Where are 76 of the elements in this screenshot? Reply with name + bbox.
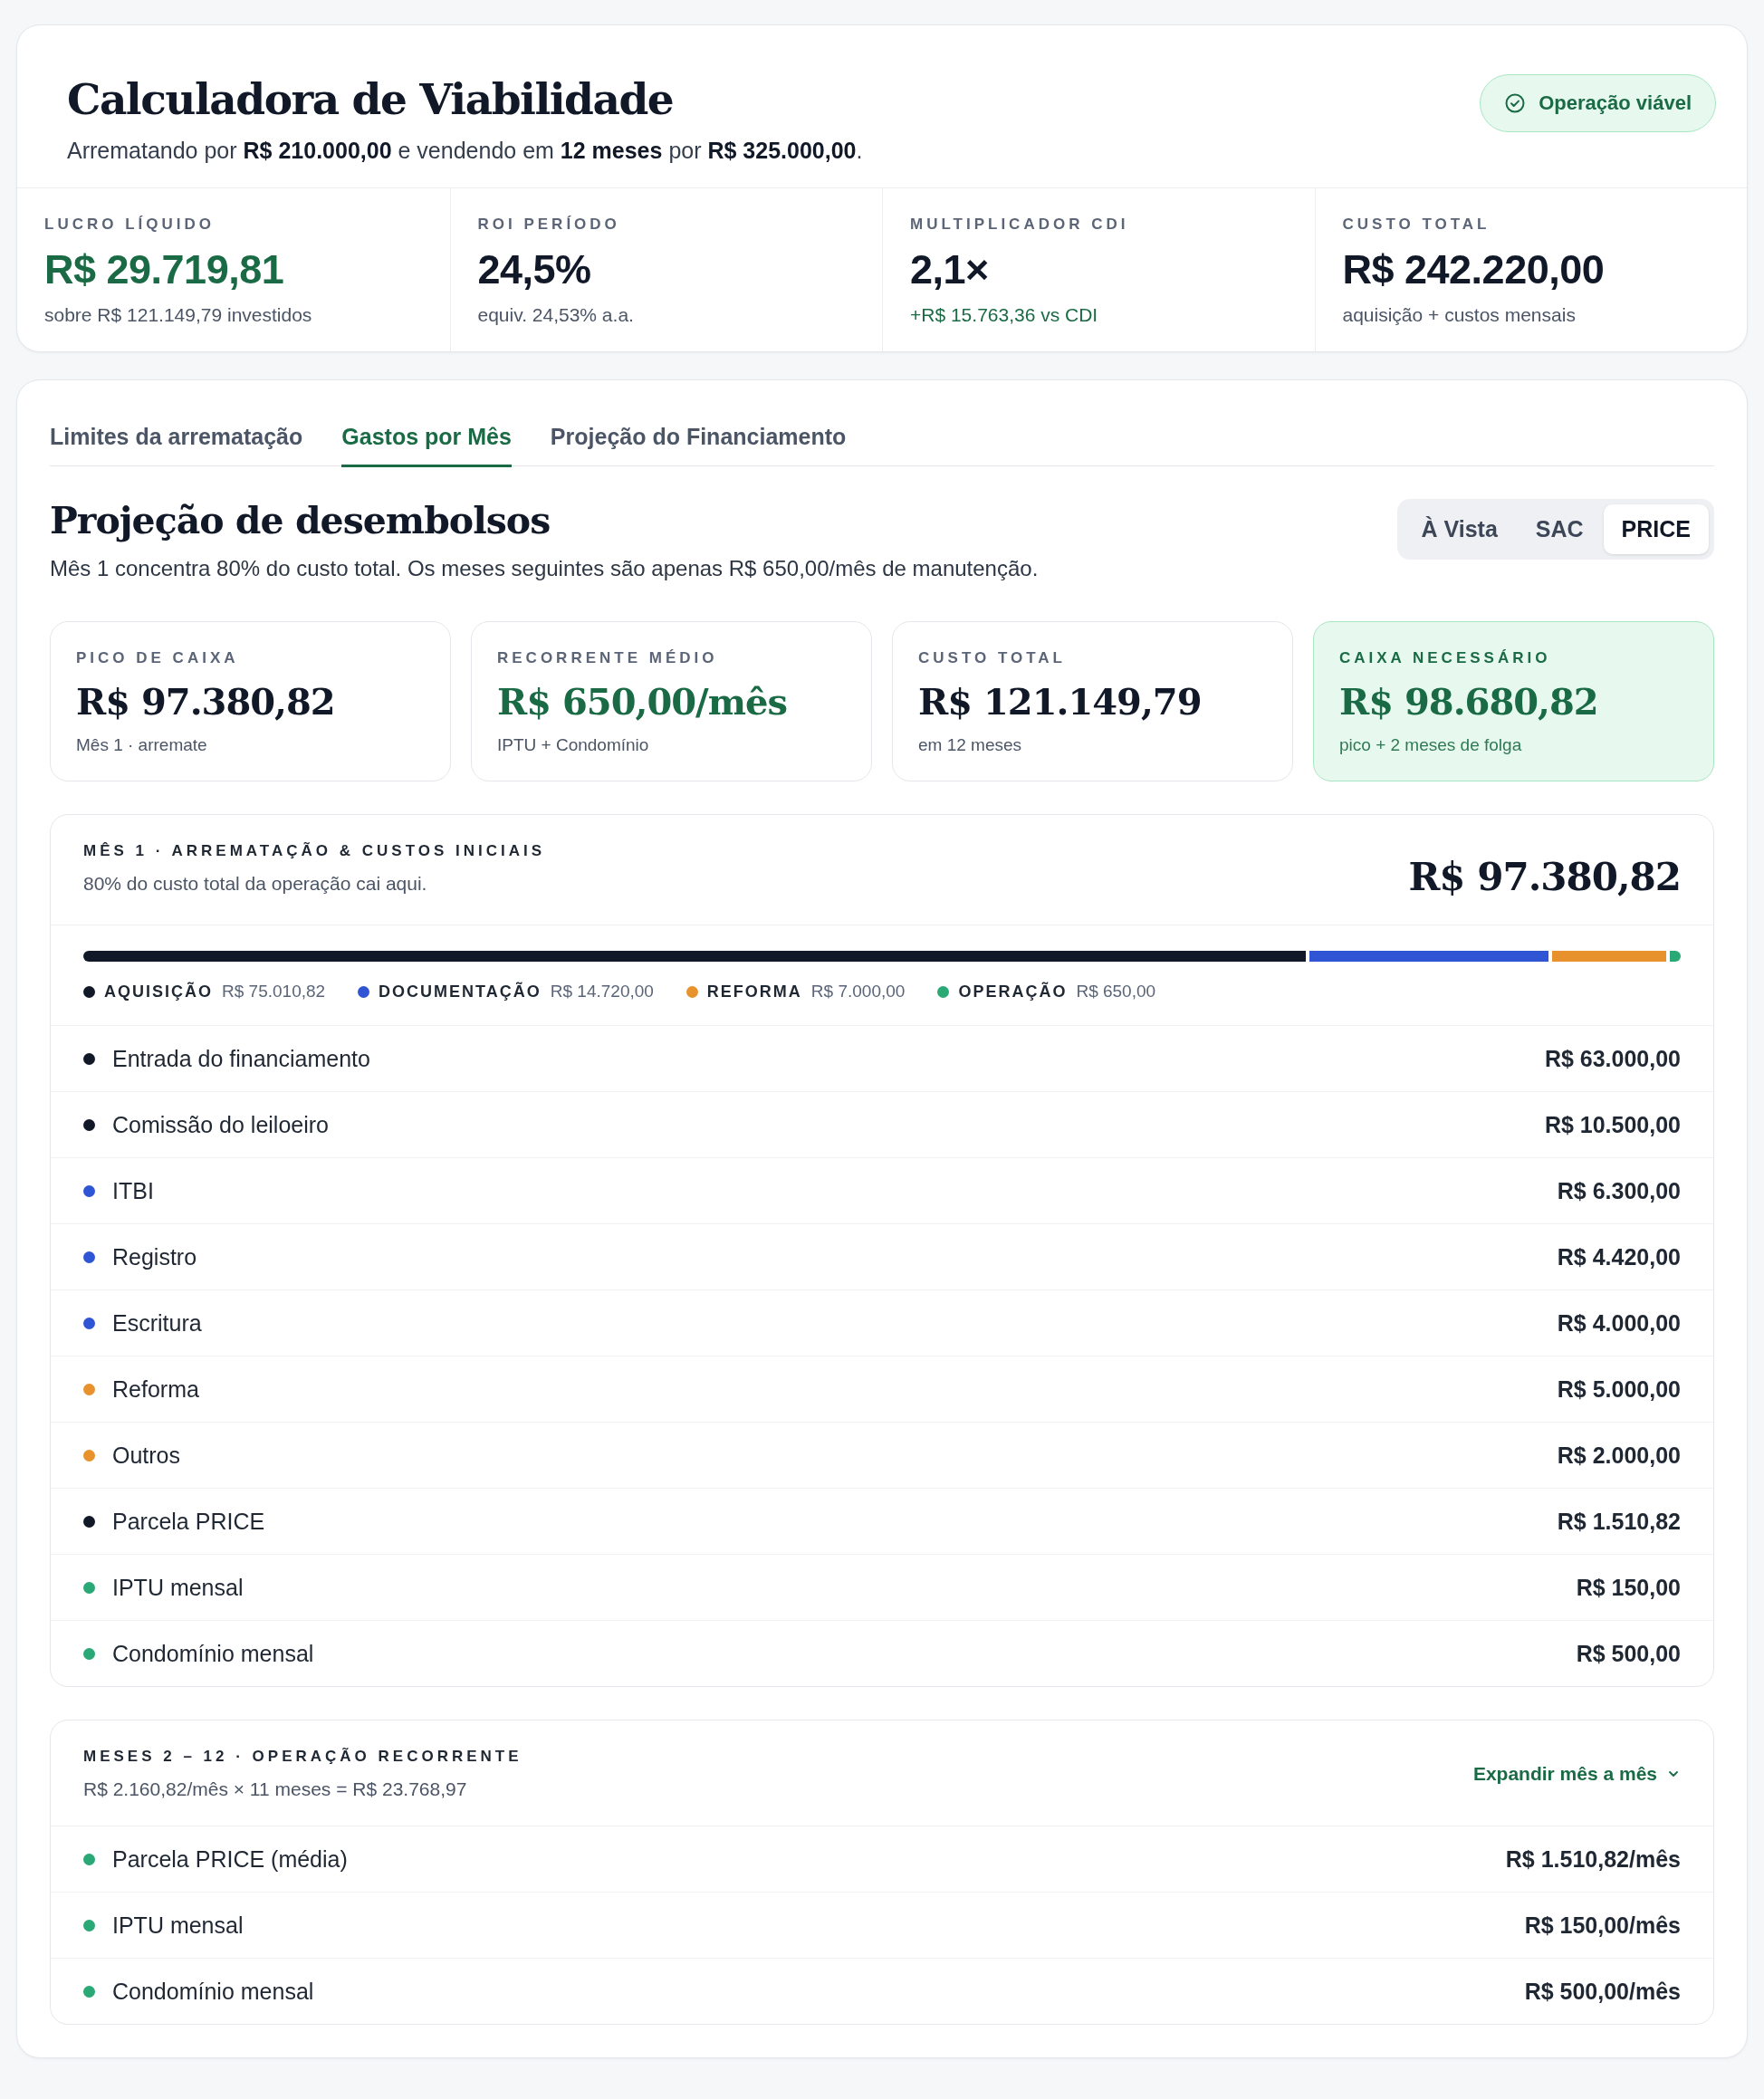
summary-value: R$ 650,00/mês	[497, 680, 788, 724]
section-description: Mês 1 concentra 80% do custo total. Os meses seguintes são apenas R$ 650,00/mês de manutenção.	[50, 556, 1039, 582]
legend-amount: R$ 14.720,00	[550, 982, 654, 1002]
item-label: Escritura	[112, 1309, 203, 1337]
page-title: Calculadora de Viabilidade	[67, 76, 675, 123]
item-label: Registro	[112, 1243, 198, 1270]
kpi-label: LUCRO LÍQUIDO	[44, 215, 216, 234]
block-title: MÊS 1 · ARREMATAÇÃO & CUSTOS INICIAIS	[83, 842, 546, 861]
item-label: Entrada do financiamento	[112, 1045, 371, 1072]
item-amount: R$ 150,00	[1576, 1574, 1681, 1601]
legend-amount: R$ 650,00	[1076, 982, 1156, 1002]
item-label: Comissão do leiloeiro	[112, 1111, 330, 1138]
summary-value: R$ 98.680,82	[1339, 680, 1599, 724]
page-subtitle: Arrematando por R$ 210.000,00 e vendendo em 12 meses por R$ 325.000,00.	[67, 137, 863, 164]
tab[interactable]: Projeção do Financiamento	[550, 407, 847, 467]
summary-label: PICO DE CAIXA	[76, 649, 240, 668]
item-amount: R$ 2.000,00	[1557, 1442, 1681, 1469]
kpi-label: MULTIPLICADOR CDI	[910, 215, 1130, 234]
legend-amount: R$ 7.000,00	[810, 982, 906, 1002]
item-label: IPTU mensal	[112, 1574, 244, 1601]
kpi-note: aquisição + custos mensais	[1342, 303, 1577, 326]
item-amount: R$ 1.510,82/mês	[1505, 1845, 1681, 1873]
item-label: Parcela PRICE	[112, 1508, 266, 1535]
block-total: R$ 97.380,82	[1408, 855, 1681, 900]
expand-link[interactable]: Expandir mês a mês	[1472, 1759, 1681, 1789]
kpi-value: R$ 242.220,00	[1342, 245, 1606, 293]
kpi-label: CUSTO TOTAL	[1342, 215, 1491, 234]
kpi-note: +R$ 15.763,36 vs CDI	[910, 303, 1099, 326]
summary-label: CUSTO TOTAL	[918, 649, 1067, 668]
item-amount: R$ 6.300,00	[1557, 1177, 1681, 1204]
legend-label: OPERAÇÃO	[958, 982, 1068, 1002]
kpi-note: sobre R$ 121.149,79 investidos	[44, 303, 313, 326]
summary-value: R$ 121.149,79	[918, 680, 1203, 724]
block-formula: R$ 2.160,82/mês × 11 meses = R$ 23.768,97	[83, 1778, 468, 1801]
item-label: ITBI	[112, 1177, 155, 1204]
kpi-note: equiv. 24,53% a.a.	[477, 303, 635, 326]
summary-label: CAIXA NECESSÁRIO	[1339, 649, 1552, 668]
item-label: IPTU mensal	[112, 1912, 244, 1939]
mode-option[interactable]: SAC	[1517, 504, 1602, 555]
kpi-value: 24,5%	[477, 245, 592, 293]
mode-option[interactable]: À Vista	[1403, 504, 1516, 555]
section-title: Projeção de desembolsos	[50, 499, 551, 544]
item-label: Outros	[112, 1442, 182, 1469]
item-amount: R$ 63.000,00	[1544, 1045, 1681, 1072]
item-label: Reforma	[112, 1375, 200, 1403]
kpi-label: ROI PERÍODO	[477, 215, 621, 234]
summary-label: RECORRENTE MÉDIO	[497, 649, 719, 668]
legend-label: REFORMA	[706, 982, 802, 1002]
item-amount: R$ 500,00	[1576, 1640, 1681, 1667]
block-description: 80% do custo total da operação cai aqui.	[83, 873, 428, 896]
summary-note: Mês 1 · arremate	[76, 735, 208, 756]
summary-note: pico + 2 meses de folga	[1339, 735, 1523, 756]
item-amount: R$ 150,00/mês	[1524, 1912, 1681, 1939]
item-label: Parcela PRICE (média)	[112, 1845, 349, 1873]
kpi-value: R$ 29.719,81	[44, 245, 285, 293]
kpi-value: 2,1×	[910, 245, 990, 293]
item-label: Condomínio mensal	[112, 1978, 315, 2005]
tab[interactable]: Gastos por Mês	[341, 407, 512, 467]
tab[interactable]: Limites da arrematação	[50, 407, 303, 467]
legend-label: DOCUMENTAÇÃO	[379, 982, 542, 1002]
block-title: MESES 2 – 12 · OPERAÇÃO RECORRENTE	[83, 1748, 522, 1767]
legend-amount: R$ 75.010,82	[222, 982, 326, 1002]
item-label: Condomínio mensal	[112, 1640, 315, 1667]
summary-note: em 12 meses	[918, 735, 1023, 756]
summary-note: IPTU + Condomínio	[497, 735, 650, 756]
item-amount: R$ 10.500,00	[1544, 1111, 1681, 1138]
item-amount: R$ 500,00/mês	[1524, 1978, 1681, 2005]
item-amount: R$ 4.000,00	[1557, 1309, 1681, 1337]
item-amount: R$ 4.420,00	[1557, 1243, 1681, 1270]
mode-option[interactable]: PRICE	[1603, 504, 1709, 555]
item-amount: R$ 5.000,00	[1557, 1375, 1681, 1403]
check-circle-icon	[1504, 92, 1527, 114]
legend-label: AQUISIÇÃO	[104, 982, 213, 1002]
status-label: Operação viável	[1539, 91, 1692, 115]
item-amount: R$ 1.510,82	[1557, 1508, 1681, 1535]
summary-value: R$ 97.380,82	[76, 680, 336, 724]
